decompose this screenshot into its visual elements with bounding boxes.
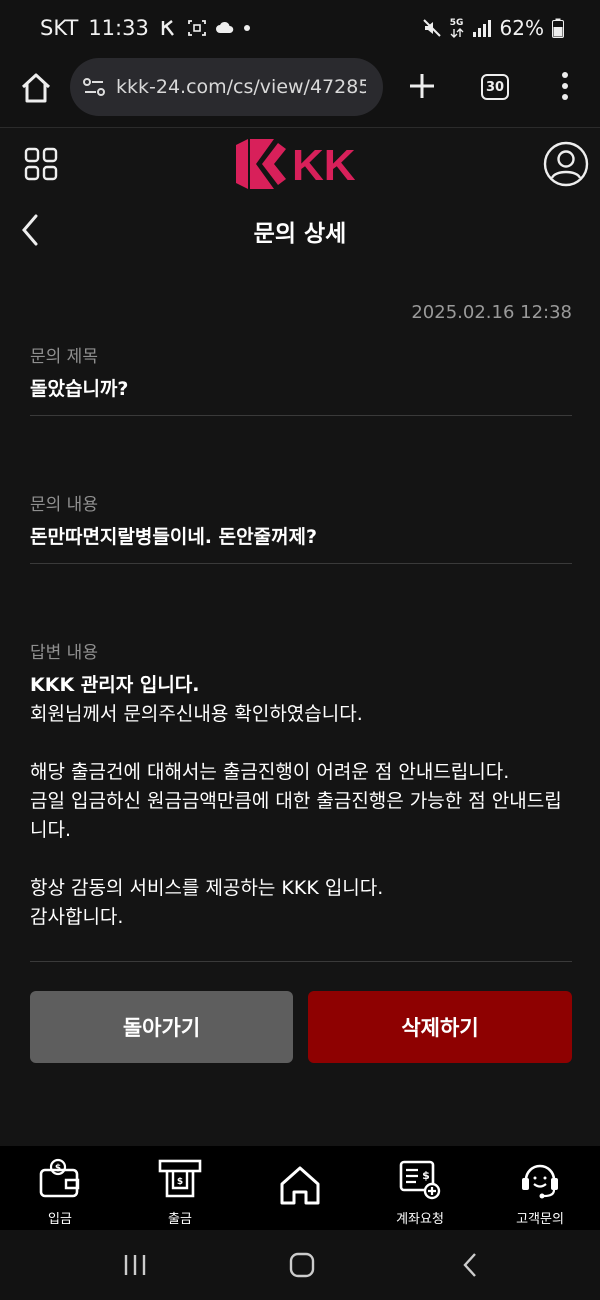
delete-button[interactable]: 삭제하기: [308, 991, 572, 1063]
answer-line: 회원님께서 문의주신내용 확인하였습니다.: [30, 703, 363, 725]
headset-support-icon: [522, 1164, 558, 1199]
new-tab-icon[interactable]: [404, 68, 440, 104]
recent-apps-icon[interactable]: [122, 1252, 148, 1278]
divider: [30, 415, 572, 416]
browser-home-icon[interactable]: [18, 70, 54, 106]
network-type: 5G: [449, 17, 464, 28]
address-bar[interactable]: kkk-24.com/cs/view/47285: [70, 58, 383, 116]
kakao-notification-icon: [161, 20, 174, 36]
browser-toolbar: kkk-24.com/cs/view/47285 30: [0, 58, 600, 128]
nav-account-request[interactable]: $ 계좌요청: [360, 1146, 480, 1230]
divider: [30, 961, 572, 962]
subject-field: 문의 제목 돌았습니까?: [30, 342, 572, 404]
account-request-icon: $: [399, 1160, 441, 1200]
site-settings-icon[interactable]: [82, 75, 106, 99]
battery-icon: [552, 18, 564, 38]
carrier-label: SKT: [40, 16, 79, 40]
logo-text: KK: [292, 141, 356, 190]
content-field: 문의 내용 돈만따면지랄병들이네. 돈안줄꺼제?: [30, 490, 572, 552]
clock: 11:33: [88, 16, 149, 40]
cloud-icon: [215, 21, 234, 33]
mute-icon: [422, 19, 441, 37]
system-navigation-bar: [0, 1230, 600, 1300]
nav-deposit[interactable]: $ 입금: [0, 1146, 120, 1230]
svg-text:$: $: [177, 1177, 183, 1187]
page-title: 문의 상세: [253, 221, 347, 247]
answer-field: 답변 내용 KKK 관리자 입니다. 회원님께서 문의주신내용 확인하였습니다.…: [30, 638, 572, 932]
nav-deposit-label: 입금: [48, 1212, 72, 1227]
content-value: 돈만따면지랄병들이네. 돈안줄꺼제?: [30, 526, 318, 548]
svg-text:$: $: [55, 1164, 61, 1174]
atm-withdraw-icon: $: [158, 1159, 202, 1198]
kkk-logo[interactable]: KK: [234, 137, 368, 191]
screenshot-icon: [187, 20, 206, 36]
content-label: 문의 내용: [30, 495, 98, 515]
more-menu-icon[interactable]: [555, 70, 575, 102]
status-left: SKT 11:33: [40, 16, 251, 40]
menu-grid-icon[interactable]: [24, 147, 58, 181]
svg-text:$: $: [422, 1169, 430, 1182]
site-header: KK: [0, 129, 600, 199]
divider: [30, 563, 572, 564]
notification-icons: [159, 18, 251, 38]
user-profile-icon[interactable]: [543, 141, 589, 187]
network-indicator: 5G: [449, 17, 464, 38]
answer-line: 금일 입금하신 원금금액만큼에 대한 출금진행은 가능한 점 안내드립니다.: [30, 790, 562, 841]
battery-percent: 62%: [499, 16, 544, 40]
answer-line: 항상 감동의 서비스를 제공하는 KKK 입니다.: [30, 877, 384, 899]
subject-label: 문의 제목: [30, 347, 98, 367]
status-bar: SKT 11:33 5G 62%: [0, 0, 600, 58]
answer-label: 답변 내용: [30, 643, 98, 663]
back-button[interactable]: 돌아가기: [30, 991, 293, 1063]
title-row: 문의 상세: [0, 200, 600, 260]
subject-value: 돌았습니까?: [30, 378, 129, 400]
dot-icon: [243, 25, 250, 31]
wallet-deposit-icon: $: [39, 1158, 80, 1198]
answer-body: KKK 관리자 입니다. 회원님께서 문의주신내용 확인하였습니다. 해당 출금…: [30, 671, 572, 932]
tab-count: 30: [485, 79, 505, 95]
system-home-icon[interactable]: [289, 1252, 315, 1278]
tab-switcher-button[interactable]: 30: [481, 74, 509, 100]
nav-home[interactable]: [240, 1146, 360, 1230]
nav-withdraw[interactable]: $ 출금: [120, 1146, 240, 1230]
answer-line: 해당 출금건에 대해서는 출금진행이 어려운 점 안내드립니다.: [30, 761, 510, 783]
system-back-icon[interactable]: [460, 1252, 482, 1278]
nav-support[interactable]: 고객문의: [480, 1146, 600, 1230]
data-arrows-icon: [450, 27, 464, 38]
answer-line: KKK 관리자 입니다.: [30, 674, 200, 696]
nav-account-request-label: 계좌요청: [396, 1212, 444, 1227]
inquiry-timestamp: 2025.02.16 12:38: [411, 302, 572, 323]
nav-support-label: 고객문의: [516, 1212, 564, 1227]
url-text: kkk-24.com/cs/view/47285: [116, 76, 366, 98]
nav-withdraw-label: 출금: [168, 1212, 192, 1227]
signal-icon: [472, 20, 491, 37]
bottom-navigation: $ 입금 $ 출금 $ 계좌요청 고객문의: [0, 1146, 600, 1230]
status-right: 5G 62%: [422, 16, 564, 40]
answer-line: 감사합니다.: [30, 906, 124, 928]
home-icon: [280, 1166, 320, 1205]
